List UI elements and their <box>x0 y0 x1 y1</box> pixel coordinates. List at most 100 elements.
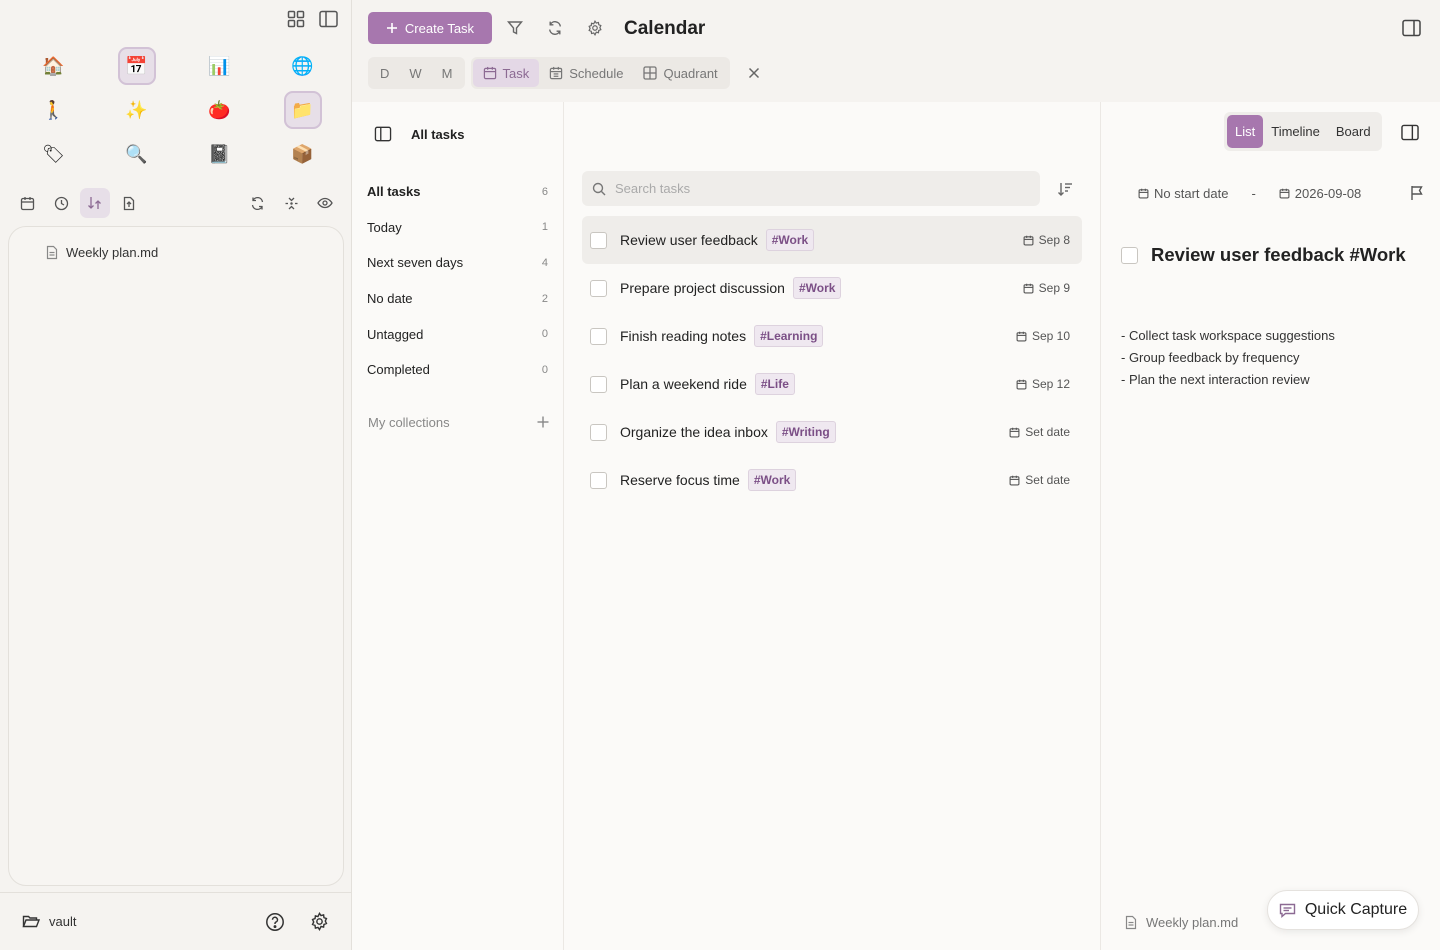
add-collection-icon[interactable] <box>532 411 554 433</box>
filter-icon[interactable] <box>504 17 526 39</box>
task-tag[interactable]: #Learning <box>754 325 824 347</box>
view-tabs: D W M Task Schedule Quadrant <box>368 57 768 89</box>
calendar-icon <box>1009 427 1020 438</box>
tab-schedule[interactable]: Schedule <box>539 59 633 87</box>
globe-app-icon[interactable]: 🌐 <box>284 47 322 85</box>
sparkles-app-icon[interactable]: ✨ <box>118 91 156 129</box>
help-icon[interactable] <box>264 911 286 933</box>
home-app-icon[interactable]: 🏠 <box>35 47 73 85</box>
notebook-app-icon[interactable]: 📓 <box>201 135 239 173</box>
tab-month[interactable]: M <box>432 59 463 87</box>
flag-icon[interactable] <box>1406 182 1428 204</box>
tab-board[interactable]: Board <box>1328 115 1379 148</box>
sidebar-footer: vault <box>0 892 352 950</box>
task-date-button[interactable]: Sep 12 <box>1016 377 1070 391</box>
quick-capture-label: Quick Capture <box>1304 901 1408 918</box>
close-icon[interactable] <box>740 59 768 87</box>
task-row[interactable]: Organize the idea inbox #Writing Set date <box>582 408 1082 456</box>
filter-label: Today <box>367 219 402 235</box>
task-tag[interactable]: #Work <box>747 469 797 491</box>
task-date-button[interactable]: Set date <box>1009 473 1070 487</box>
walk-app-icon[interactable]: 🚶 <box>35 91 73 129</box>
task-tag[interactable]: #Work <box>765 229 815 251</box>
tab-day[interactable]: D <box>370 59 399 87</box>
create-task-button[interactable]: Create Task <box>368 12 492 44</box>
period-switcher: D W M <box>368 57 465 89</box>
task-tag[interactable]: #Work <box>792 277 842 299</box>
view-settings-icon[interactable] <box>584 17 606 39</box>
folder-open-icon <box>22 914 40 929</box>
start-date-picker[interactable]: No start date <box>1138 186 1228 201</box>
eye-icon[interactable] <box>310 188 340 218</box>
task-date-button[interactable]: Sep 9 <box>1023 281 1070 295</box>
file-upload-icon[interactable] <box>114 188 144 218</box>
task-row[interactable]: Reserve focus time #Work Set date <box>582 456 1082 504</box>
task-title: Finish reading notes <box>620 328 747 344</box>
tab-list[interactable]: List <box>1227 115 1264 148</box>
search-app-icon[interactable]: 🔍 <box>118 135 156 173</box>
refresh-icon[interactable] <box>242 188 272 218</box>
calendar-icon <box>1023 283 1034 294</box>
collapse-icon[interactable] <box>276 188 306 218</box>
task-tag[interactable]: #Writing <box>775 421 836 443</box>
task-checkbox[interactable] <box>590 423 607 441</box>
note-line: - Collect task workspace suggestions <box>1121 328 1335 343</box>
task-checkbox[interactable] <box>590 231 607 249</box>
tab-week[interactable]: W <box>399 59 431 87</box>
grid-view-icon[interactable] <box>285 8 307 30</box>
task-tag[interactable]: #Life <box>754 373 795 395</box>
task-date-button[interactable]: Set date <box>1009 425 1070 439</box>
filter-item-completed[interactable]: Completed 0 <box>352 352 564 388</box>
folder-app-icon[interactable]: 📁 <box>283 91 322 129</box>
tab-timeline[interactable]: Timeline <box>1263 115 1328 148</box>
tab-task[interactable]: Task <box>472 59 540 87</box>
filter-label: No date <box>367 291 413 307</box>
task-row[interactable]: Review user feedback #Work Sep 8 <box>582 216 1082 264</box>
task-checkbox[interactable] <box>590 279 607 297</box>
filter-item-untagged[interactable]: Untagged 0 <box>352 316 564 352</box>
filter-item-today[interactable]: Today 1 <box>352 210 564 246</box>
sort-order-icon[interactable] <box>80 188 110 218</box>
clock-icon[interactable] <box>46 188 76 218</box>
detail-panel-toggle-icon[interactable] <box>1399 121 1421 143</box>
settings-gear-icon[interactable] <box>308 911 330 933</box>
tomato-app-icon[interactable]: 🍅 <box>201 91 239 129</box>
search-box <box>582 171 1040 206</box>
file-item-weekly-plan[interactable]: Weekly plan.md <box>45 245 158 260</box>
task-date-button[interactable]: Sep 8 <box>1023 233 1070 247</box>
detail-checkbox[interactable] <box>1121 246 1138 264</box>
task-row[interactable]: Prepare project discussion #Work Sep 9 <box>582 264 1082 312</box>
right-panel-toggle-icon[interactable] <box>1400 17 1422 39</box>
task-notes[interactable]: - Collect task workspace suggestions - G… <box>1121 325 1335 391</box>
quick-capture-button[interactable]: Quick Capture <box>1267 890 1419 930</box>
collapse-panel-icon[interactable] <box>372 123 394 145</box>
filter-item-next-seven-days[interactable]: Next seven days 4 <box>352 245 564 281</box>
task-checkbox[interactable] <box>590 375 607 393</box>
sidebar-toggle-icon[interactable] <box>317 8 339 30</box>
chart-app-icon[interactable]: 📊 <box>201 47 239 85</box>
task-checkbox[interactable] <box>590 471 607 489</box>
task-row[interactable]: Finish reading notes #Learning Sep 10 <box>582 312 1082 360</box>
left-sidebar: 🏠 📅 📊 🌐 🚶 ✨ 🍅 📁 🏷 🔍 📓 📦 Weekly plan.md v… <box>0 0 352 950</box>
collections-label: My collections <box>368 414 450 430</box>
sync-icon[interactable] <box>544 17 566 39</box>
source-file-link[interactable]: Weekly plan.md <box>1124 915 1238 930</box>
calendar-app-icon[interactable]: 📅 <box>117 47 156 85</box>
search-input[interactable] <box>615 181 1015 196</box>
detail-title[interactable]: Review user feedback #Work <box>1151 244 1406 266</box>
header-actions <box>504 17 606 39</box>
tag-app-icon[interactable]: 🏷 <box>35 135 73 173</box>
box-app-icon[interactable]: 📦 <box>284 135 322 173</box>
filter-item-no-date[interactable]: No date 2 <box>352 281 564 317</box>
calendar-icon <box>1016 331 1027 342</box>
tab-quadrant[interactable]: Quadrant <box>633 59 727 87</box>
due-date-picker[interactable]: 2026-09-08 <box>1279 186 1361 201</box>
task-list-panel: Review user feedback #Work Sep 8 Prepare pr… <box>564 102 1101 950</box>
task-checkbox[interactable] <box>590 327 607 345</box>
task-date-button[interactable]: Sep 10 <box>1016 329 1070 343</box>
filter-item-all-tasks[interactable]: All tasks 6 <box>352 174 564 210</box>
sort-icon[interactable] <box>1054 178 1076 200</box>
task-row[interactable]: Plan a weekend ride #Life Sep 12 <box>582 360 1082 408</box>
vault-switcher[interactable]: vault <box>22 914 242 929</box>
calendar-add-icon[interactable] <box>12 188 42 218</box>
